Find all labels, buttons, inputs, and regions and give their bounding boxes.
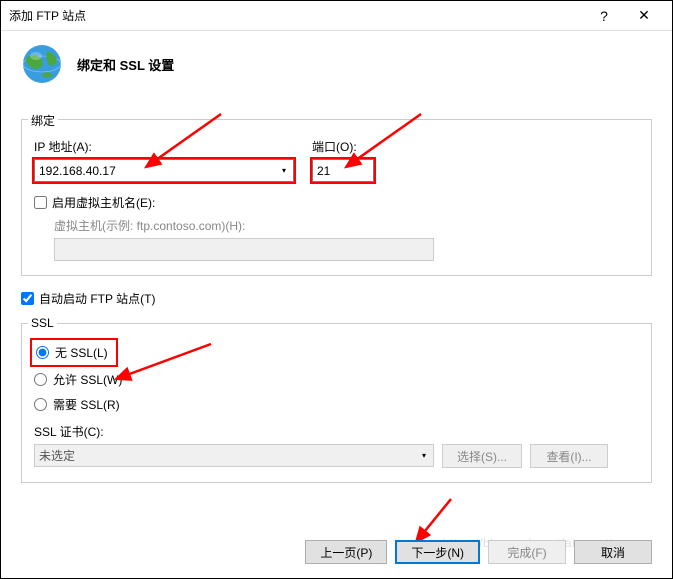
help-button[interactable]: ? (584, 1, 624, 31)
port-input[interactable] (312, 159, 374, 182)
ip-address-input[interactable] (34, 159, 294, 182)
ssl-require-label: 需要 SSL(R) (53, 396, 120, 413)
binding-legend: 绑定 (28, 112, 58, 129)
vhost-checkbox-label: 启用虚拟主机名(E): (52, 194, 155, 211)
titlebar: 添加 FTP 站点 ? ✕ (1, 1, 672, 31)
ssl-require-radio[interactable] (34, 398, 47, 411)
binding-group: 绑定 IP 地址(A): ▾ 端口(O): 启用虚拟主机名(E): 虚拟主机(示… (21, 119, 652, 276)
ssl-none-label: 无 SSL(L) (55, 344, 108, 361)
port-label: 端口(O): (312, 138, 374, 155)
ssl-allow-radio[interactable] (34, 373, 47, 386)
vhost-input (54, 238, 434, 261)
ssl-cert-field[interactable]: ▾ (34, 444, 434, 468)
view-cert-button: 查看(I)... (530, 444, 608, 468)
select-cert-button: 选择(S)... (442, 444, 522, 468)
window-title: 添加 FTP 站点 (9, 7, 86, 24)
auto-start-checkbox[interactable] (21, 292, 34, 305)
close-button[interactable]: ✕ (624, 1, 664, 31)
ssl-cert-label: SSL 证书(C): (34, 423, 639, 440)
ip-address-label: IP 地址(A): (34, 138, 294, 155)
ssl-legend: SSL (28, 316, 57, 330)
auto-start-label: 自动启动 FTP 站点(T) (39, 290, 155, 307)
page-title: 绑定和 SSL 设置 (77, 55, 174, 74)
ssl-allow-label: 允许 SSL(W) (53, 371, 122, 388)
ssl-group: SSL 无 SSL(L) 允许 SSL(W) 需要 SSL(R) SSL 证书(… (21, 323, 652, 483)
header: 绑定和 SSL 设置 (1, 31, 672, 103)
vhost-label: 虚拟主机(示例: ftp.contoso.com)(H): (54, 217, 639, 234)
globe-icon (21, 43, 63, 85)
prev-button[interactable]: 上一页(P) (305, 540, 387, 564)
ssl-none-radio[interactable] (36, 346, 49, 359)
finish-button: 完成(F) (488, 540, 566, 564)
cancel-button[interactable]: 取消 (574, 540, 652, 564)
ip-address-field[interactable]: ▾ (34, 159, 294, 182)
ssl-cert-input (34, 444, 434, 467)
footer: 上一页(P) 下一步(N) 完成(F) 取消 (305, 540, 652, 564)
vhost-checkbox[interactable] (34, 196, 47, 209)
next-button[interactable]: 下一步(N) (395, 540, 480, 564)
